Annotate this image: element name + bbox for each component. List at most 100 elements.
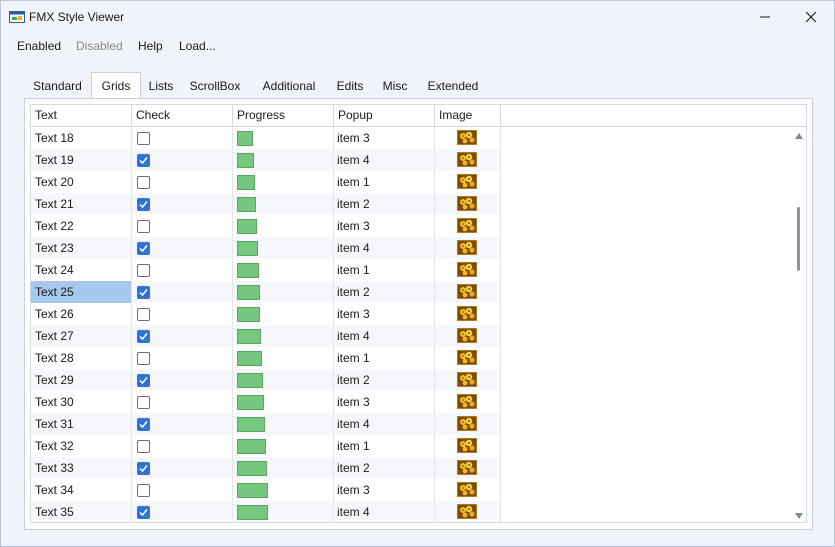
checkbox-checked[interactable] <box>137 242 150 255</box>
checkbox-checked[interactable] <box>137 330 150 343</box>
popup-cell[interactable]: item 1 <box>334 435 435 457</box>
text-cell[interactable]: Text 29 <box>31 369 132 391</box>
checkbox-unchecked[interactable] <box>137 176 150 189</box>
text-cell[interactable]: Text 21 <box>31 193 132 215</box>
table-row[interactable]: Text 24 item 1 <box>31 259 501 281</box>
text-cell[interactable]: Text 19 <box>31 149 132 171</box>
text-cell[interactable]: Text 26 <box>31 303 132 325</box>
checkbox-checked[interactable] <box>137 418 150 431</box>
column-header-popup[interactable]: Popup <box>334 105 435 126</box>
table-row[interactable]: Text 18 item 3 <box>31 127 501 149</box>
menu-disabled[interactable]: Disabled <box>76 39 123 53</box>
checkbox-checked[interactable] <box>137 506 150 519</box>
popup-cell[interactable]: item 2 <box>334 281 435 303</box>
tab-extended[interactable]: Extended <box>419 73 487 99</box>
tab-grids[interactable]: Grids <box>91 72 141 99</box>
table-row[interactable]: Text 25 item 2 <box>31 281 501 303</box>
text-cell[interactable]: Text 23 <box>31 237 132 259</box>
string-grid[interactable]: Text Check Progress Popup Image Text 18 i… <box>30 104 807 523</box>
close-button[interactable] <box>788 1 834 33</box>
table-row[interactable]: Text 26 item 3 <box>31 303 501 325</box>
table-row[interactable]: Text 29 item 2 <box>31 369 501 391</box>
tab-additional[interactable]: Additional <box>249 73 329 99</box>
scroll-up-icon[interactable] <box>795 133 803 139</box>
checkbox-unchecked[interactable] <box>137 352 150 365</box>
menu-load[interactable]: Load... <box>179 39 216 53</box>
column-header-text[interactable]: Text <box>31 105 132 126</box>
column-header-image[interactable]: Image <box>435 105 501 126</box>
column-header-progress[interactable]: Progress <box>233 105 334 126</box>
checkbox-unchecked[interactable] <box>137 132 150 145</box>
table-row[interactable]: Text 32 item 1 <box>31 435 501 457</box>
text-cell[interactable]: Text 25 <box>31 281 132 303</box>
popup-cell[interactable]: item 2 <box>334 193 435 215</box>
text-cell[interactable]: Text 20 <box>31 171 132 193</box>
popup-cell[interactable]: item 3 <box>334 479 435 501</box>
tab-standard[interactable]: Standard <box>24 73 91 99</box>
checkbox-unchecked[interactable] <box>137 308 150 321</box>
table-row[interactable]: Text 27 item 4 <box>31 325 501 347</box>
tab-scrollbox[interactable]: ScrollBox <box>181 73 249 99</box>
popup-cell[interactable]: item 3 <box>334 215 435 237</box>
table-row[interactable]: Text 23 item 4 <box>31 237 501 259</box>
checkbox-checked[interactable] <box>137 198 150 211</box>
table-row[interactable]: Text 22 item 3 <box>31 215 501 237</box>
menu-help[interactable]: Help <box>138 39 163 53</box>
popup-cell[interactable]: item 1 <box>334 347 435 369</box>
text-cell[interactable]: Text 32 <box>31 435 132 457</box>
table-row[interactable]: Text 34 item 3 <box>31 479 501 501</box>
text-cell[interactable]: Text 34 <box>31 479 132 501</box>
table-row[interactable]: Text 28 item 1 <box>31 347 501 369</box>
checkbox-unchecked[interactable] <box>137 396 150 409</box>
vertical-scrollbar[interactable] <box>792 127 806 522</box>
popup-cell[interactable]: item 2 <box>334 457 435 479</box>
text-cell[interactable]: Text 27 <box>31 325 132 347</box>
popup-cell[interactable]: item 3 <box>334 127 435 149</box>
checkbox-checked[interactable] <box>137 374 150 387</box>
popup-cell[interactable]: item 4 <box>334 413 435 435</box>
text-cell[interactable]: Text 18 <box>31 127 132 149</box>
text-cell[interactable]: Text 28 <box>31 347 132 369</box>
table-row[interactable]: Text 21 item 2 <box>31 193 501 215</box>
popup-cell[interactable]: item 2 <box>334 369 435 391</box>
checkbox-checked[interactable] <box>137 154 150 167</box>
scroll-thumb[interactable] <box>797 207 800 271</box>
popup-cell[interactable]: item 4 <box>334 325 435 347</box>
tab-edits[interactable]: Edits <box>329 73 371 99</box>
popup-cell[interactable]: item 1 <box>334 259 435 281</box>
text-cell[interactable]: Text 24 <box>31 259 132 281</box>
text-cell[interactable]: Text 22 <box>31 215 132 237</box>
checkbox-checked[interactable] <box>137 286 150 299</box>
table-row[interactable]: Text 20 item 1 <box>31 171 501 193</box>
checkbox-unchecked[interactable] <box>137 264 150 277</box>
checkbox-unchecked[interactable] <box>137 484 150 497</box>
table-row[interactable]: Text 30 item 3 <box>31 391 501 413</box>
table-row[interactable]: Text 33 item 2 <box>31 457 501 479</box>
image-cell <box>435 237 501 259</box>
scroll-down-icon[interactable] <box>795 513 803 519</box>
popup-cell[interactable]: item 3 <box>334 303 435 325</box>
tab-misc[interactable]: Misc <box>371 73 419 99</box>
text-cell[interactable]: Text 30 <box>31 391 132 413</box>
progress-cell <box>233 369 334 391</box>
popup-cell[interactable]: item 3 <box>334 391 435 413</box>
maximize-button-area[interactable] <box>743 1 789 33</box>
popup-cell[interactable]: item 4 <box>334 501 435 522</box>
title-bar[interactable]: FMX Style Viewer <box>1 1 834 33</box>
progress-bar-fill <box>237 483 268 498</box>
text-cell[interactable]: Text 33 <box>31 457 132 479</box>
popup-cell[interactable]: item 4 <box>334 237 435 259</box>
text-cell[interactable]: Text 35 <box>31 501 132 522</box>
popup-cell[interactable]: item 1 <box>334 171 435 193</box>
column-header-check[interactable]: Check <box>132 105 233 126</box>
table-row[interactable]: Text 31 item 4 <box>31 413 501 435</box>
popup-cell[interactable]: item 4 <box>334 149 435 171</box>
table-row[interactable]: Text 19 item 4 <box>31 149 501 171</box>
text-cell[interactable]: Text 31 <box>31 413 132 435</box>
menu-enabled[interactable]: Enabled <box>17 39 61 53</box>
checkbox-unchecked[interactable] <box>137 220 150 233</box>
tab-lists[interactable]: Lists <box>141 73 181 99</box>
checkbox-unchecked[interactable] <box>137 440 150 453</box>
table-row[interactable]: Text 35 item 4 <box>31 501 501 522</box>
checkbox-checked[interactable] <box>137 462 150 475</box>
